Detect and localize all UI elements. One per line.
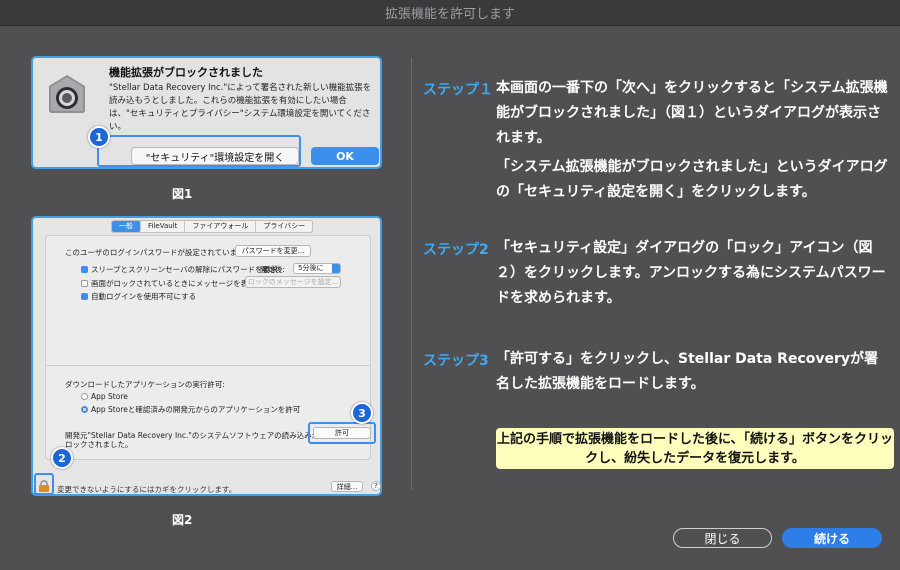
- checkbox-checked-icon: [81, 292, 88, 300]
- radio-app-store[interactable]: App Store: [81, 392, 128, 401]
- continue-note: 上記の手順で拡張機能をロードした後に、「続ける」ボタンをクリックし、紛失したデー…: [496, 428, 894, 469]
- tab-filevault[interactable]: FileVault: [141, 221, 186, 232]
- set-lock-message-button[interactable]: ロックのメッセージを設定...: [245, 276, 341, 288]
- start-after-label: 開始後:: [260, 265, 286, 274]
- sleep-password-checkbox[interactable]: スリープとスクリーンセーバの解除にパスワードを要求: [81, 264, 278, 275]
- section-divider: [45, 365, 371, 366]
- password-set-text: このユーザのログインパスワードが設定されています: [65, 248, 245, 257]
- step3-text: 「許可する」をクリックし、Stellar Data Recoveryが署名した拡…: [496, 351, 879, 392]
- tab-firewall[interactable]: ファイアウォール: [185, 221, 257, 232]
- checkbox-checked-icon: [81, 265, 88, 273]
- blocked-software-text-2: ロックされました。: [65, 440, 133, 449]
- radio-app-store-dev[interactable]: App Storeと確認済みの開発元からのアプリケーションを許可: [81, 404, 300, 415]
- radio-unselected-icon: [81, 392, 88, 400]
- help-button[interactable]: ?: [371, 481, 381, 491]
- dialog-message: "Stellar Data Recovery Inc."によって署名された新しい…: [109, 83, 372, 132]
- prefs-tabs: 一般 FileVault ファイアウォール プライバシー: [111, 220, 314, 233]
- lock-hint-text: 変更できないようにするにはカギをクリックします。: [57, 485, 237, 494]
- step-marker-3: 3: [351, 402, 373, 424]
- highlight-box: [97, 135, 301, 167]
- radio-selected-icon: [81, 405, 88, 413]
- step1-text: 本画面の一番下の「次へ」をクリックすると「システム拡張機能がブロックされました」…: [496, 80, 888, 146]
- vertical-divider: [411, 58, 412, 490]
- figure1-blocked-dialog: 機能拡張がブロックされました "Stellar Data Recovery In…: [31, 56, 382, 169]
- checkbox-unchecked-icon: [81, 279, 88, 287]
- dialog-title: 機能拡張がブロックされました: [109, 66, 263, 79]
- sleep-password-label: スリープとスクリーンセーバの解除にパスワードを要求: [91, 265, 278, 274]
- radio-app-store-dev-label: App Storeと確認済みの開発元からのアプリケーションを許可: [91, 405, 301, 414]
- start-after-value: 5分後に: [298, 264, 324, 272]
- step1-label: ステップ１: [423, 82, 493, 98]
- window-titlebar: 拡張機能を許可します: [0, 0, 900, 26]
- security-lock-icon: [49, 75, 85, 113]
- figure2-security-prefs: 一般 FileVault ファイアウォール プライバシー このユーザのログインパ…: [31, 216, 382, 496]
- lock-icon[interactable]: [38, 480, 50, 492]
- auto-login-checkbox[interactable]: 自動ログインを使用不可にする: [81, 291, 196, 302]
- start-after-select[interactable]: 5分後に: [293, 263, 341, 274]
- tab-general[interactable]: 一般: [112, 221, 141, 232]
- step-marker-2: 2: [51, 447, 73, 469]
- continue-button[interactable]: 続ける: [782, 528, 882, 548]
- step2-text: 「セキュリティ設定」ダイアログの「ロック」アイコン（図２）をクリックします。アン…: [496, 240, 886, 306]
- locked-message-label: 画面がロックされているときにメッセージを表示: [91, 279, 256, 288]
- select-arrow-icon: [332, 264, 340, 273]
- radio-app-store-label: App Store: [91, 392, 128, 401]
- change-password-button[interactable]: パスワードを変更...: [235, 245, 311, 257]
- tab-privacy[interactable]: プライバシー: [256, 221, 312, 232]
- step-marker-1: 1: [88, 126, 110, 148]
- close-button[interactable]: 閉じる: [673, 528, 772, 548]
- step3-label: ステップ3: [423, 353, 489, 369]
- window-title: 拡張機能を許可します: [384, 7, 515, 22]
- figure1-caption: 図1: [172, 187, 193, 201]
- ok-button[interactable]: OK: [311, 147, 379, 165]
- step1-subtext: 「システム拡張機能がブロックされました」というダイアログの「セキュリティ設定を開…: [496, 159, 888, 200]
- step2-label: ステップ2: [423, 242, 489, 258]
- allow-highlight-box: [308, 422, 376, 444]
- figure2-caption: 図2: [172, 513, 193, 527]
- locked-message-checkbox[interactable]: 画面がロックされているときにメッセージを表示: [81, 278, 256, 289]
- advanced-button[interactable]: 詳細...: [331, 481, 363, 492]
- auto-login-label: 自動ログインを使用不可にする: [91, 292, 197, 301]
- download-allow-label: ダウンロードしたアプリケーションの実行許可:: [65, 380, 225, 389]
